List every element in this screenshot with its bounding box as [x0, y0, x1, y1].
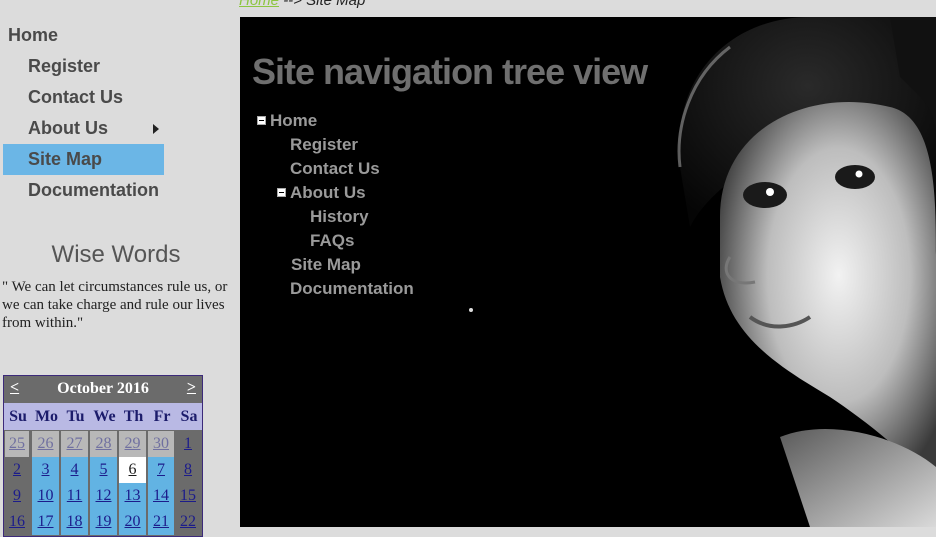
calendar-day[interactable]: 27 [61, 431, 88, 457]
calendar-day[interactable]: 26 [32, 431, 59, 457]
calendar-day[interactable]: 28 [90, 431, 117, 457]
wise-words-title: Wise Words [51, 241, 181, 268]
menu-item-register[interactable]: Register [28, 51, 100, 82]
calendar-day[interactable]: 9 [5, 483, 29, 509]
calendar-day[interactable]: 11 [61, 483, 88, 509]
calendar-month-title: October 2016 [57, 380, 149, 397]
calendar-day[interactable]: 13 [119, 483, 146, 509]
calendar-day[interactable]: 1 [176, 431, 200, 457]
submenu-arrow-icon [153, 124, 159, 134]
calendar-day[interactable]: 7 [148, 457, 174, 483]
tree-node-contact-us[interactable]: Contact Us [290, 157, 380, 181]
menu-item-contact-us[interactable]: Contact Us [28, 82, 123, 113]
calendar-day-header: Tu [61, 403, 90, 430]
menu-item-label: Site Map [28, 149, 103, 169]
tree-collapse-icon[interactable] [257, 116, 266, 125]
calendar-day[interactable]: 12 [90, 483, 117, 509]
menu-item-home[interactable]: Home [8, 20, 58, 51]
calendar-day[interactable]: 29 [119, 431, 146, 457]
tree-node-faqs[interactable]: FAQs [310, 229, 354, 253]
calendar-day[interactable]: 8 [176, 457, 200, 483]
wise-words-quote: " We can let circumstances rule us, or w… [2, 279, 228, 331]
calendar-day-today[interactable]: 6 [119, 457, 146, 483]
tree-node-documentation[interactable]: Documentation [290, 277, 414, 301]
calendar-day-header: Mo [32, 403, 61, 430]
calendar-day[interactable]: 10 [32, 483, 59, 509]
page-title: Site navigation tree view [252, 51, 648, 92]
calendar: < October 2016 > Su Mo Tu We Th Fr Sa 25… [3, 375, 203, 537]
tree-node-register[interactable]: Register [290, 133, 358, 157]
calendar-day-header: Fr [148, 403, 176, 430]
menu-item-about-us[interactable]: About Us [28, 113, 170, 144]
content-panel: Site navigation tree view Home Register … [240, 17, 936, 527]
calendar-day[interactable]: 25 [5, 431, 29, 457]
calendar-day[interactable]: 5 [90, 457, 117, 483]
tree-node-about-us[interactable]: About Us [290, 181, 366, 205]
breadcrumb-home-link[interactable]: Home [239, 0, 279, 9]
calendar-day-header: Sa [176, 403, 202, 430]
calendar-day[interactable]: 30 [148, 431, 174, 457]
calendar-day-header: Th [119, 403, 148, 430]
calendar-day[interactable]: 14 [148, 483, 174, 509]
menu-item-label: Documentation [28, 180, 160, 200]
calendar-day[interactable]: 16 [5, 509, 29, 535]
menu-item-label: About Us [28, 118, 108, 138]
menu-item-label: Contact Us [28, 87, 124, 107]
calendar-day[interactable]: 22 [176, 509, 200, 535]
breadcrumb-current: Site Map [306, 0, 366, 9]
calendar-day-header: We [90, 403, 119, 430]
calendar-day-header: Su [4, 403, 32, 430]
calendar-day[interactable]: 15 [176, 483, 200, 509]
calendar-day[interactable]: 3 [32, 457, 59, 483]
tree-collapse-icon[interactable] [277, 188, 286, 197]
calendar-day[interactable]: 4 [61, 457, 88, 483]
calendar-next-month-link[interactable]: > [187, 379, 196, 397]
calendar-day[interactable]: 19 [90, 509, 117, 535]
calendar-header: < October 2016 > [4, 376, 202, 403]
stray-dot [469, 308, 473, 312]
tree-node-home[interactable]: Home [270, 109, 317, 133]
menu-item-site-map[interactable]: Site Map [3, 144, 164, 175]
calendar-day[interactable]: 17 [32, 509, 59, 535]
calendar-day[interactable]: 2 [5, 457, 29, 483]
child-photo [660, 17, 936, 527]
menu-item-label: Register [28, 56, 101, 76]
menu-item-documentation[interactable]: Documentation [28, 175, 159, 206]
menu-item-label: Home [8, 25, 59, 45]
tree-node-site-map[interactable]: Site Map [291, 253, 361, 277]
calendar-day[interactable]: 18 [61, 509, 88, 535]
tree-node-history[interactable]: History [310, 205, 369, 229]
calendar-day[interactable]: 20 [119, 509, 146, 535]
breadcrumb: Home --> Site Map [239, 0, 365, 9]
calendar-day[interactable]: 21 [148, 509, 174, 535]
breadcrumb-separator: --> [283, 0, 302, 9]
